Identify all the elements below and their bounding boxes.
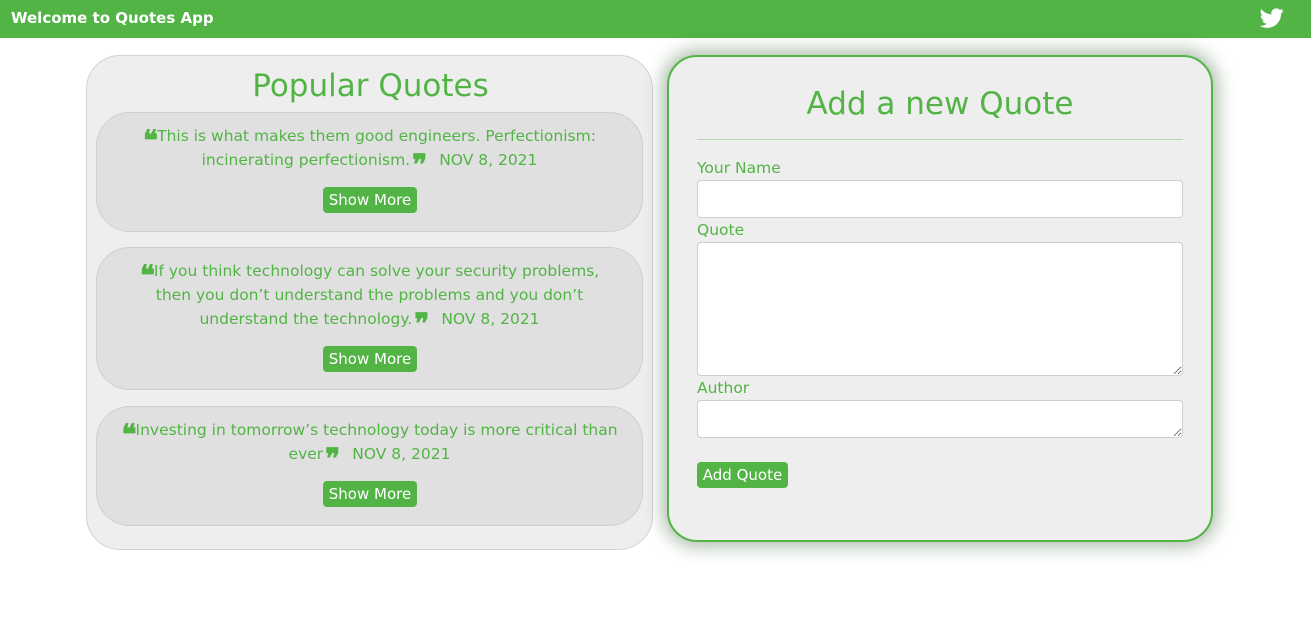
quote-content: ❝ Investing in tomorrow’s technology toda… (117, 418, 622, 475)
app-title: Welcome to Quotes App (11, 9, 214, 27)
close-quote-icon: ❞ (325, 442, 340, 475)
open-quote-icon: ❝ (143, 124, 158, 157)
close-quote-icon: ❞ (412, 148, 427, 181)
name-input[interactable] (697, 180, 1183, 218)
quote-textarea[interactable] (697, 242, 1183, 376)
open-quote-icon: ❝ (121, 418, 136, 451)
show-more-button[interactable]: Show More (323, 481, 417, 507)
close-quote-icon: ❞ (414, 307, 429, 340)
show-more-button[interactable]: Show More (323, 346, 417, 372)
add-quote-button[interactable]: Add Quote (697, 462, 788, 488)
quote-card: ❝ This is what makes them good engineers.… (96, 112, 643, 232)
show-more-button[interactable]: Show More (323, 187, 417, 213)
quote-date: NOV 8, 2021 (441, 310, 540, 328)
quote-label: Quote (697, 221, 745, 239)
author-textarea[interactable] (697, 400, 1183, 438)
quote-card: ❝ If you think technology can solve your … (96, 247, 643, 390)
form-divider (697, 139, 1183, 140)
quote-date: NOV 8, 2021 (439, 151, 538, 169)
quote-card: ❝ Investing in tomorrow’s technology toda… (96, 406, 643, 526)
quote-content: ❝ This is what makes them good engineers.… (111, 124, 628, 181)
top-navbar: Welcome to Quotes App (0, 0, 1311, 38)
author-label: Author (697, 379, 750, 397)
quote-date: NOV 8, 2021 (352, 445, 451, 463)
popular-quotes-title: Popular Quotes (252, 68, 489, 104)
open-quote-icon: ❝ (139, 259, 155, 292)
quote-content: ❝ If you think technology can solve your … (121, 259, 618, 340)
add-quote-title: Add a new Quote (806, 86, 1074, 122)
name-label: Your Name (697, 159, 781, 177)
twitter-icon[interactable] (1259, 6, 1285, 30)
